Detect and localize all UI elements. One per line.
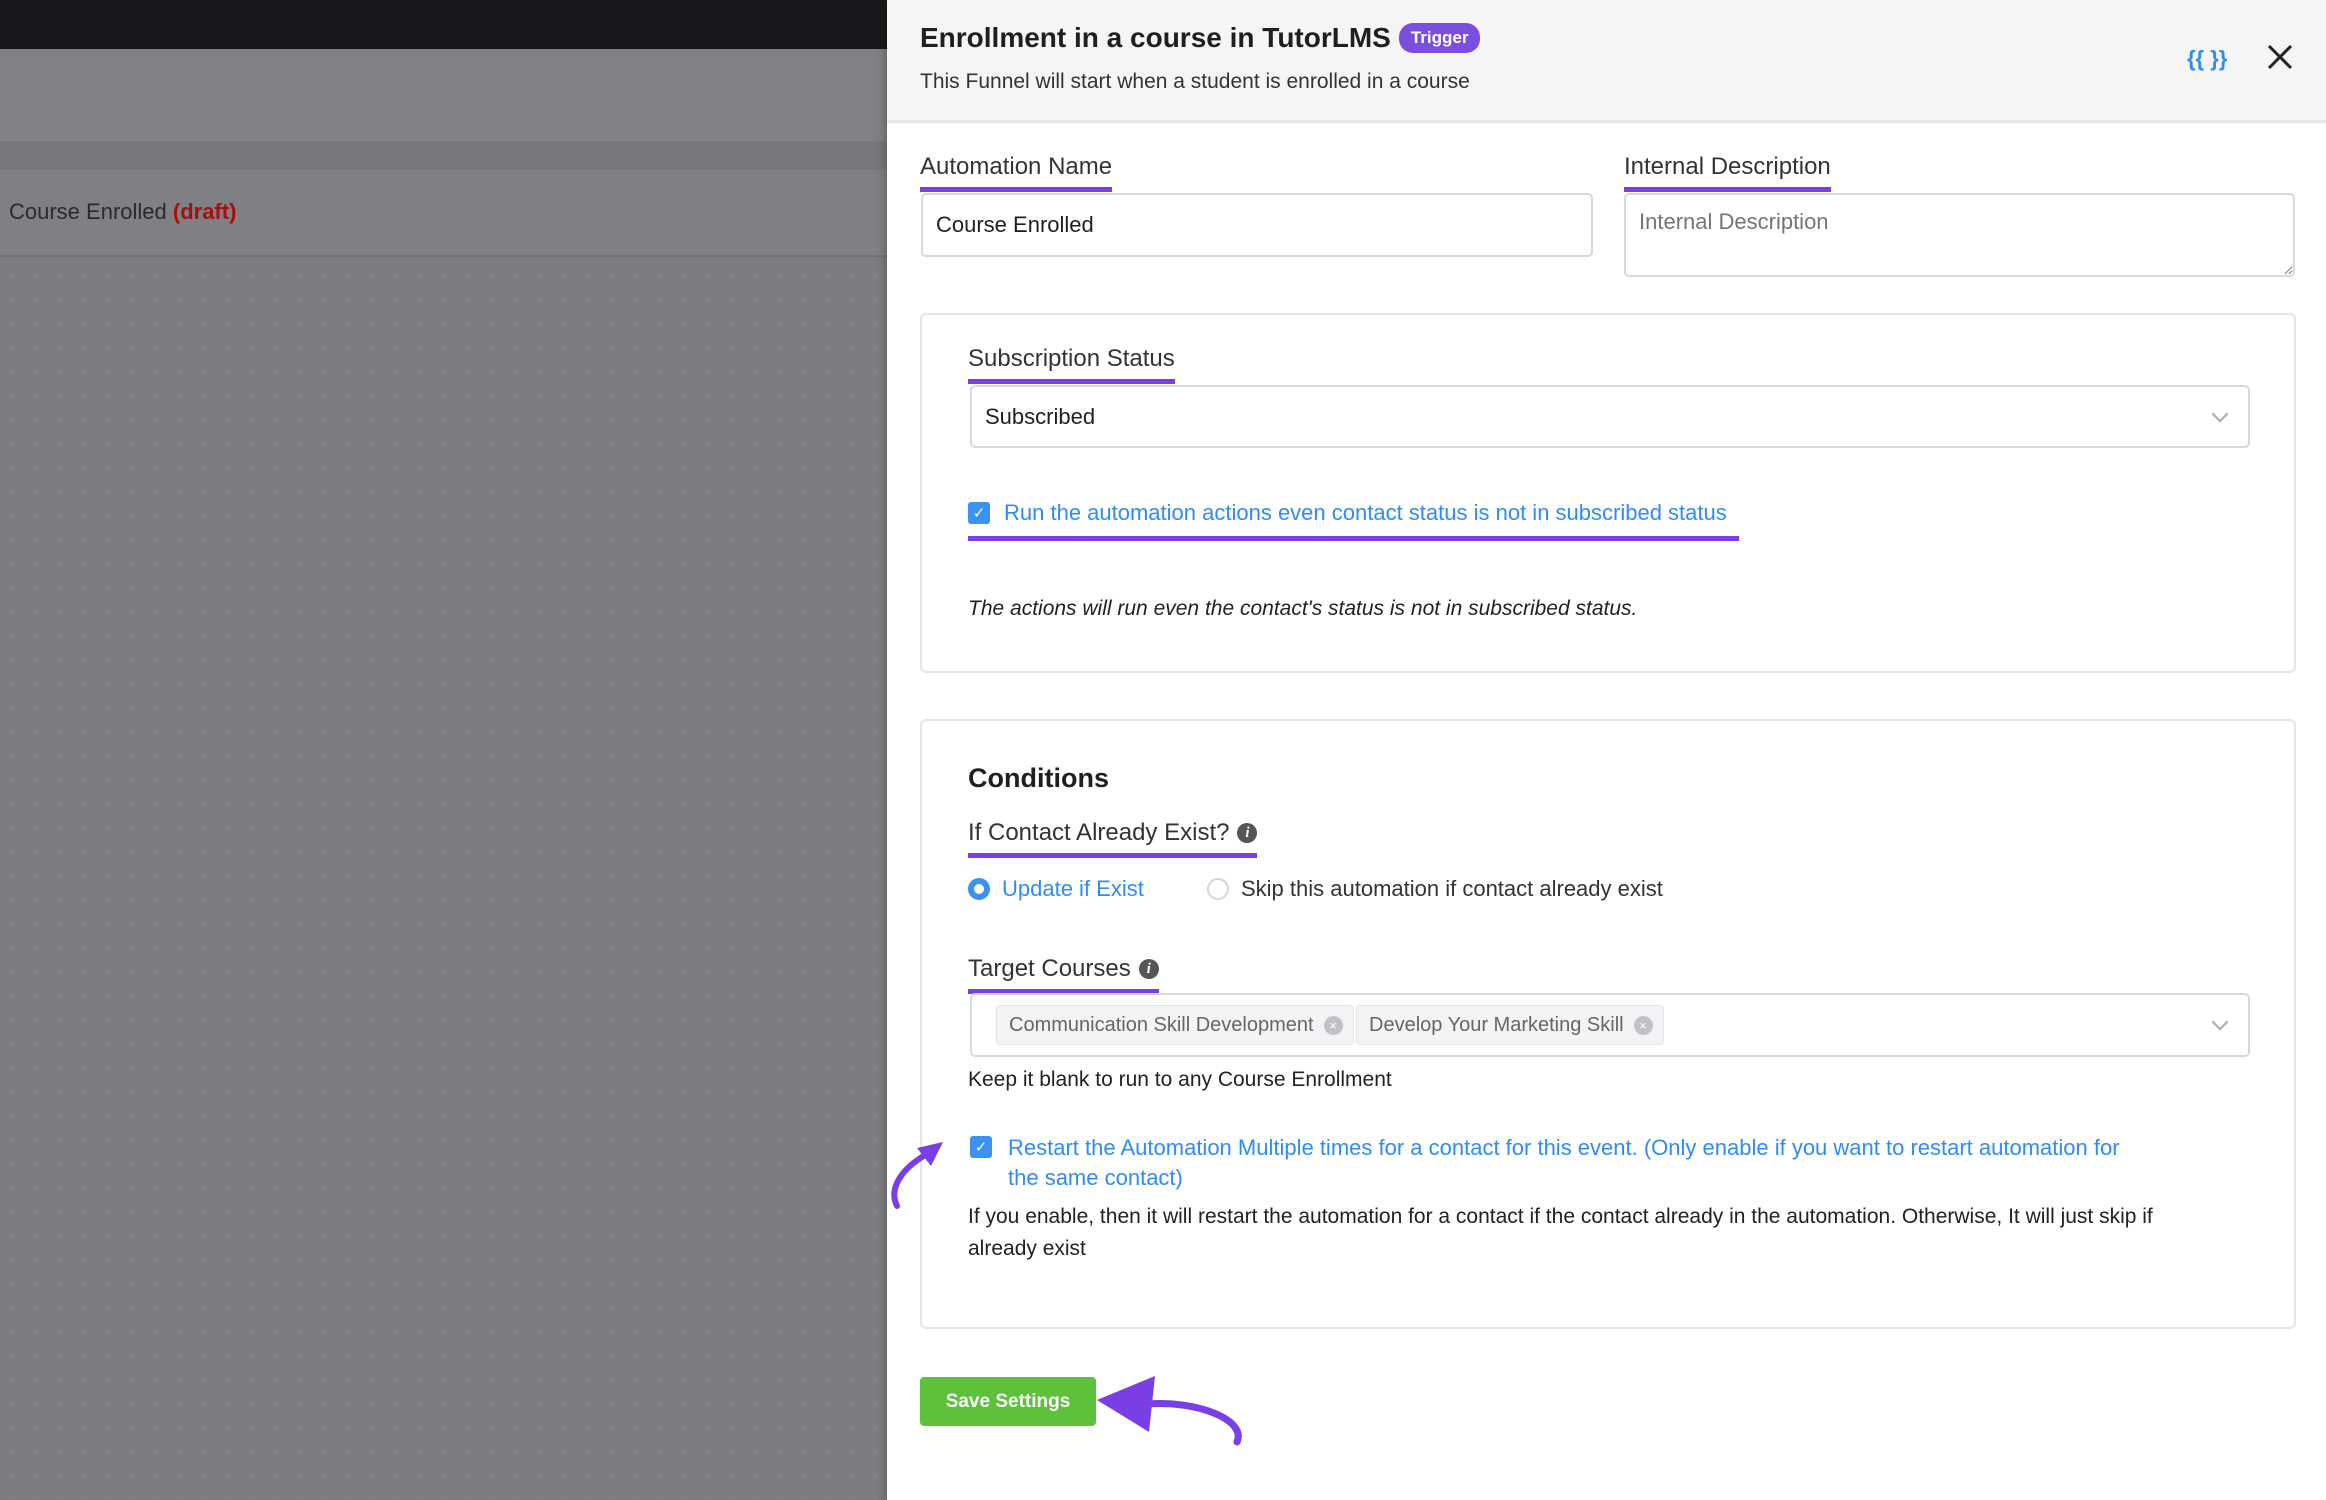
radio-skip-if-exist[interactable]: Skip this automation if contact already … (1207, 876, 1663, 902)
breadcrumb: Course Enrolled (draft) (9, 199, 236, 225)
close-icon[interactable] (2263, 40, 2297, 74)
annotation-arrow-icon (1097, 1376, 1242, 1446)
subscription-status-label: Subscription Status (968, 345, 1175, 384)
internal-description-textarea[interactable] (1624, 193, 2295, 277)
restart-checkbox[interactable]: ✓ (970, 1136, 992, 1158)
radio-selected-icon[interactable] (968, 878, 990, 900)
automation-title: Course Enrolled (9, 199, 167, 224)
automation-name-input[interactable] (921, 193, 1593, 257)
subscription-status-select[interactable]: Subscribed (970, 385, 2250, 448)
selected-value: Subscribed (985, 403, 1096, 429)
automation-name-label: Automation Name (920, 153, 1113, 192)
restart-checkbox-label[interactable]: Restart the Automation Multiple times fo… (1008, 1133, 2268, 1193)
tag-label: Develop Your Marketing Skill (1369, 1013, 1624, 1036)
subscription-help-text: The actions will run even the contact's … (968, 597, 1638, 620)
chevron-down-icon (2211, 405, 2229, 422)
target-courses-label: Target Courses i (968, 955, 1159, 994)
chevron-down-icon (2211, 1013, 2229, 1031)
target-courses-help: Keep it blank to run to any Course Enrol… (968, 1068, 1392, 1091)
radio-update-if-exist[interactable]: Update if Exist (968, 876, 1144, 902)
help-line: already exist (968, 1237, 1086, 1260)
radio-unselected-icon[interactable] (1207, 878, 1229, 900)
run-anyway-checkbox-row[interactable]: ✓ Run the automation actions even contac… (968, 500, 1739, 541)
radio-label[interactable]: Skip this automation if contact already … (1241, 876, 1663, 902)
label-line: Restart the Automation Multiple times fo… (1008, 1135, 2120, 1160)
top-bar (0, 0, 887, 49)
contact-exist-label: If Contact Already Exist? i (968, 819, 1258, 858)
course-tag: Develop Your Marketing Skill × (1356, 1005, 1664, 1045)
smartcodes-icon[interactable]: {{ }} (2187, 46, 2227, 72)
conditions-heading: Conditions (968, 763, 1109, 793)
title-text: Enrollment in a course in TutorLMS (920, 22, 1391, 53)
label-text: Target Courses (968, 955, 1131, 982)
toolbar-divider (0, 141, 887, 170)
checkbox-label[interactable]: Run the automation actions even contact … (1004, 500, 1727, 526)
remove-tag-icon[interactable]: × (1323, 1015, 1343, 1035)
radio-label[interactable]: Update if Exist (1002, 876, 1144, 902)
trigger-badge: Trigger (1398, 23, 1481, 53)
label-text: If Contact Already Exist? (968, 819, 1230, 846)
annotation-arrow-icon (891, 1142, 943, 1209)
drawer-title: Enrollment in a course in TutorLMS Trigge… (920, 22, 1481, 54)
course-tag: Communication Skill Development × (996, 1005, 1354, 1045)
info-icon[interactable]: i (1237, 823, 1258, 843)
target-courses-multiselect[interactable]: Communication Skill Development × Develop… (970, 993, 2250, 1057)
subscription-card: Subscription Status Subscribed ✓ Run the… (920, 313, 2296, 673)
internal-description-label: Internal Description (1624, 153, 1831, 192)
draft-status: (draft) (172, 199, 237, 224)
info-icon[interactable]: i (1138, 959, 1159, 979)
trigger-settings-drawer: Enrollment in a course in TutorLMS Trigge… (887, 0, 2326, 1500)
label-line: the same contact) (1008, 1165, 1183, 1190)
save-settings-button[interactable]: Save Settings (920, 1377, 1096, 1426)
restart-help: If you enable, then it will restart the … (968, 1201, 2153, 1265)
help-line: If you enable, then it will restart the … (968, 1205, 2153, 1228)
remove-tag-icon[interactable]: × (1633, 1015, 1653, 1035)
drawer-header: Enrollment in a course in TutorLMS Trigge… (887, 0, 2326, 123)
checkbox-checked-icon[interactable]: ✓ (968, 502, 990, 524)
toolbar-area (0, 49, 887, 141)
tag-label: Communication Skill Development (1009, 1013, 1314, 1036)
conditions-card: Conditions If Contact Already Exist? i Up… (920, 719, 2296, 1329)
drawer-subtitle: This Funnel will start when a student is… (920, 70, 1470, 93)
